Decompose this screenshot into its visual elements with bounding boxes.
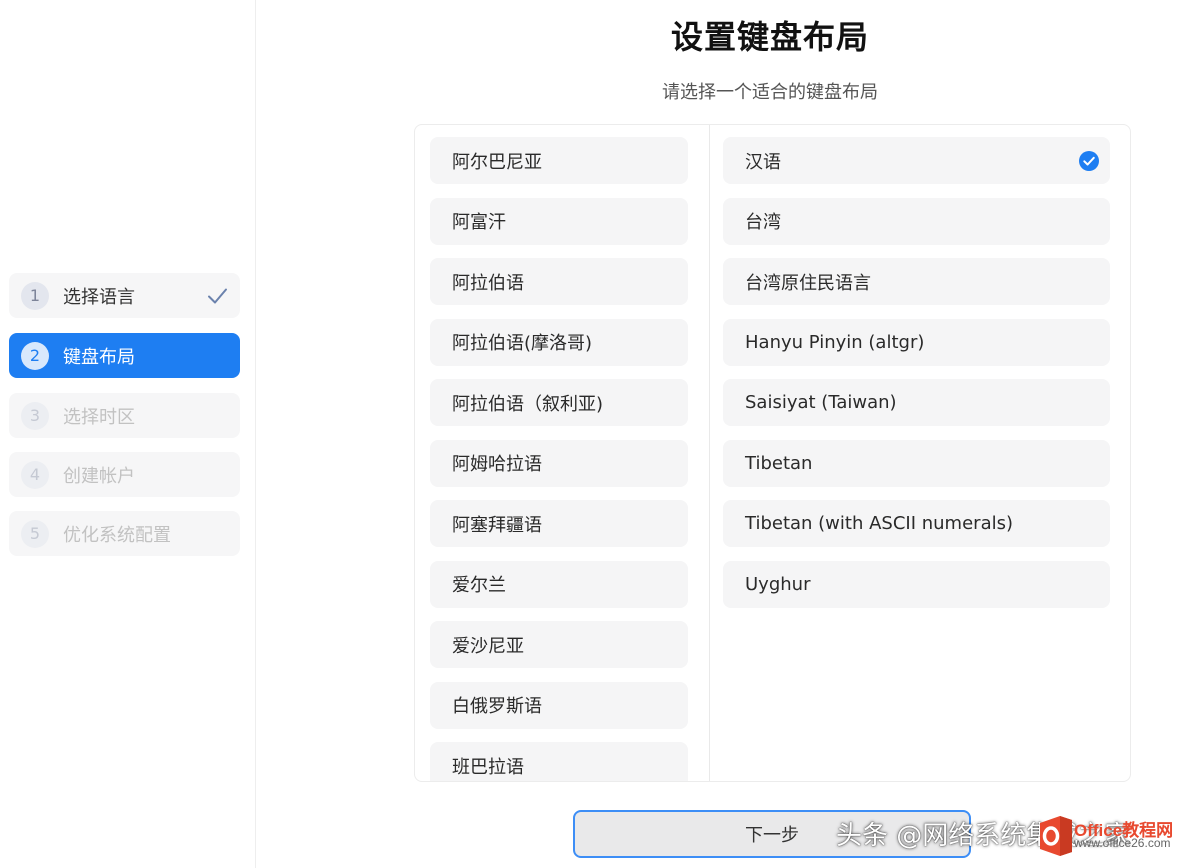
variant-label: 汉语 xyxy=(745,151,781,173)
watermark: 头条 @网络系统集成之家 Office教程网 www.office26.com xyxy=(836,808,1173,858)
step-number: 2 xyxy=(21,341,49,370)
variant-item[interactable]: 台湾原住民语言 xyxy=(723,258,1110,305)
language-item[interactable]: 班巴拉语 xyxy=(430,742,688,781)
step-number: 4 xyxy=(21,460,49,489)
step-label: 键盘布局 xyxy=(63,346,135,368)
step-label: 创建帐户 xyxy=(63,465,135,487)
watermark-url: www.office26.com xyxy=(1074,836,1171,850)
language-list[interactable]: 阿尔巴尼亚 阿富汗 阿拉伯语 阿拉伯语(摩洛哥) 阿拉伯语（叙利亚) 阿姆哈拉语… xyxy=(430,137,688,781)
variant-item[interactable]: Hanyu Pinyin (altgr) xyxy=(723,318,1110,366)
step-optimize-system: 5 优化系统配置 xyxy=(9,511,240,556)
step-label: 选择时区 xyxy=(63,406,135,428)
step-create-account: 4 创建帐户 xyxy=(9,452,240,497)
language-item[interactable]: 阿拉伯语(摩洛哥) xyxy=(430,318,688,366)
variant-item[interactable]: Tibetan xyxy=(723,439,1110,487)
list-divider xyxy=(709,125,710,781)
language-item[interactable]: 爱尔兰 xyxy=(430,560,688,608)
variant-item[interactable]: Tibetan (with ASCII numerals) xyxy=(723,500,1110,547)
step-select-language[interactable]: 1 选择语言 xyxy=(9,273,240,318)
step-number: 5 xyxy=(21,519,49,548)
variant-item[interactable]: Uyghur xyxy=(723,560,1110,608)
check-circle-icon xyxy=(1079,151,1099,171)
checkmark-icon xyxy=(208,288,227,304)
variant-list[interactable]: 汉语 台湾 台湾原住民语言 Hanyu Pinyin (altgr) Saisi… xyxy=(723,137,1110,621)
language-item[interactable]: 阿塞拜疆语 xyxy=(430,500,688,547)
step-keyboard-layout[interactable]: 2 键盘布局 xyxy=(9,333,240,378)
language-item[interactable]: 爱沙尼亚 xyxy=(430,621,688,668)
variant-item-selected[interactable]: 汉语 xyxy=(723,137,1110,184)
step-label: 优化系统配置 xyxy=(63,524,171,546)
language-item[interactable]: 阿尔巴尼亚 xyxy=(430,137,688,184)
language-item[interactable]: 白俄罗斯语 xyxy=(430,681,688,729)
step-label: 选择语言 xyxy=(63,286,135,308)
language-item[interactable]: 阿拉伯语 xyxy=(430,258,688,305)
language-item[interactable]: 阿姆哈拉语 xyxy=(430,439,688,487)
office-logo-icon xyxy=(1040,816,1072,856)
sidebar: 1 选择语言 2 键盘布局 3 选择时区 4 创建帐户 5 优化系统配置 xyxy=(0,0,256,868)
step-number: 3 xyxy=(21,401,49,430)
variant-item[interactable]: 台湾 xyxy=(723,197,1110,245)
step-number: 1 xyxy=(21,281,49,310)
step-select-timezone: 3 选择时区 xyxy=(9,393,240,438)
language-item[interactable]: 阿拉伯语（叙利亚) xyxy=(430,379,688,426)
variant-item[interactable]: Saisiyat (Taiwan) xyxy=(723,379,1110,426)
language-item[interactable]: 阿富汗 xyxy=(430,197,688,245)
page-title: 设置键盘布局 xyxy=(670,18,869,56)
layout-panel: 阿尔巴尼亚 阿富汗 阿拉伯语 阿拉伯语(摩洛哥) 阿拉伯语（叙利亚) 阿姆哈拉语… xyxy=(414,124,1131,782)
page-subtitle: 请选择一个适合的键盘布局 xyxy=(662,82,878,103)
